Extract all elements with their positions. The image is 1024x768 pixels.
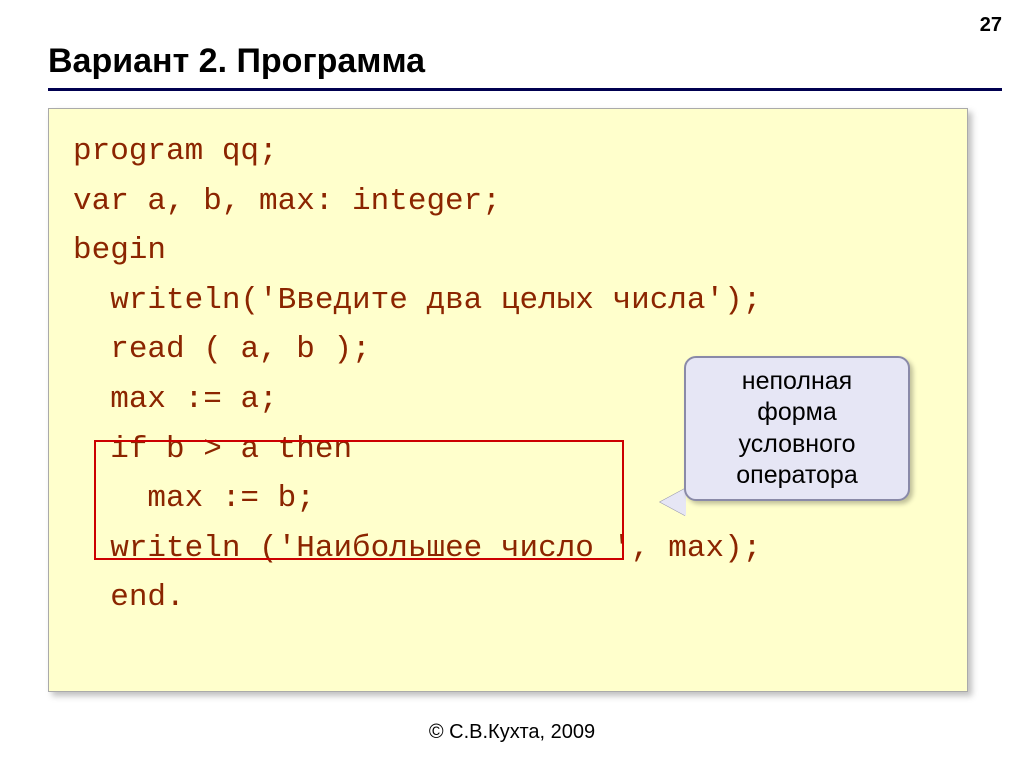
callout-tail [660, 488, 686, 516]
code-line-10: end. [73, 580, 185, 615]
code-line-4: writeln('Введите два целых числа'); [73, 283, 761, 318]
page-number: 27 [980, 14, 1002, 37]
title-underline [48, 88, 1002, 91]
footer-copyright: © С.В.Кухта, 2009 [0, 721, 1024, 744]
callout-incomplete-form: неполная форма условного оператора [684, 356, 910, 501]
code-line-3: begin [73, 233, 166, 268]
code-line-9: writeln ('Наибольшее число ', max); [73, 531, 761, 566]
slide-title: Вариант 2. Программа [48, 42, 425, 81]
slide: 27 Вариант 2. Программа program qq; var … [0, 0, 1024, 768]
code-line-6: max := a; [73, 382, 278, 417]
code-line-8: max := b; [73, 481, 315, 516]
code-line-2: var a, b, max: integer; [73, 184, 501, 219]
callout-line-3: условного [700, 429, 894, 460]
callout-line-2: форма [700, 397, 894, 428]
callout-line-4: оператора [700, 460, 894, 491]
callout-line-1: неполная [700, 366, 894, 397]
code-line-5: read ( a, b ); [73, 332, 371, 367]
code-line-1: program qq; [73, 134, 278, 169]
code-line-7: if b > a then [73, 432, 352, 467]
